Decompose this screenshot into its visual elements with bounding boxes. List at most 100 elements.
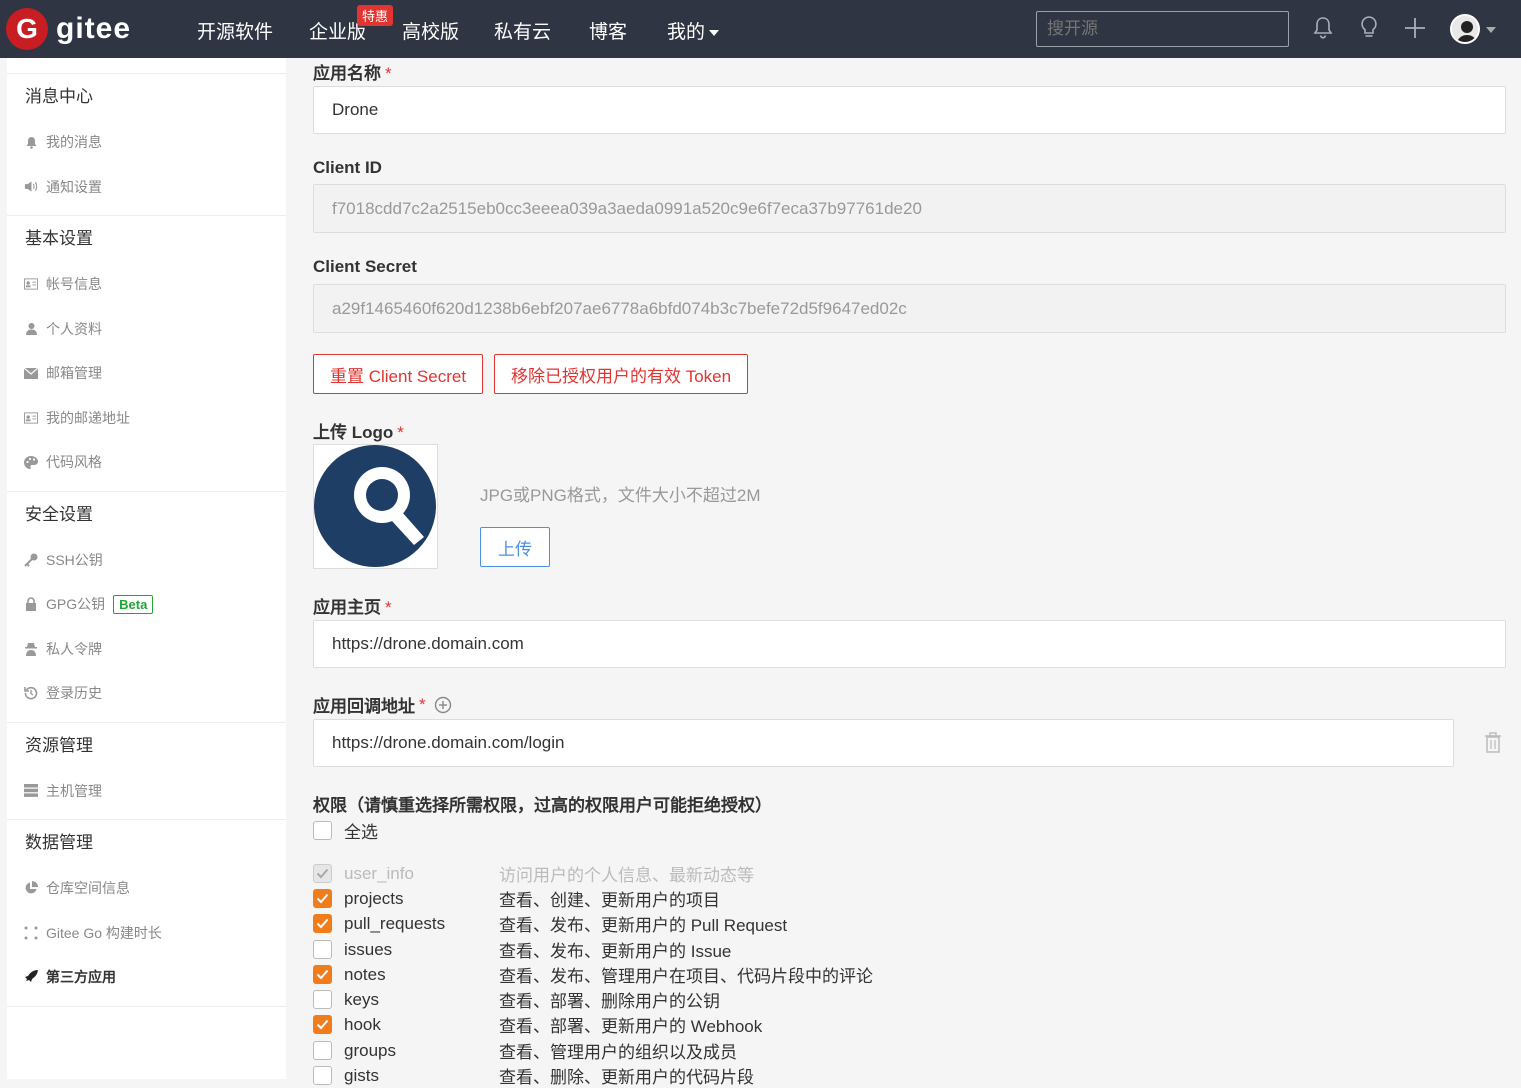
nav-education[interactable]: 高校版 — [402, 17, 459, 44]
permission-checkbox[interactable] — [313, 914, 332, 933]
permission-checkbox[interactable] — [313, 1066, 332, 1085]
permission-row[interactable]: notes 查看、发布、管理用户在项目、代码片段中的评论 — [313, 962, 873, 987]
add-callback-icon[interactable] — [434, 696, 452, 714]
app-name-input[interactable]: Drone — [313, 86, 1506, 134]
permission-description: 访问用户的个人信息、最新动态等 — [499, 866, 754, 885]
permission-row: user_info 访问用户的个人信息、最新动态等 — [313, 861, 754, 886]
permission-row[interactable]: groups 查看、管理用户的组织以及成员 — [313, 1038, 737, 1063]
permission-row[interactable]: hook 查看、部署、更新用户的 Webhook — [313, 1012, 762, 1037]
user-icon — [24, 322, 38, 336]
lightbulb-icon[interactable] — [1355, 14, 1383, 42]
permission-checkbox[interactable] — [313, 940, 332, 959]
plus-icon[interactable] — [1401, 14, 1429, 42]
sidebar-section-title: 安全设置 — [25, 504, 93, 524]
permission-checkbox[interactable] — [313, 990, 332, 1009]
permission-checkbox[interactable] — [313, 965, 332, 984]
logo-text: gitee — [56, 12, 132, 45]
sidebar-item[interactable]: 私人令牌 — [7, 627, 286, 672]
permission-checkbox — [313, 864, 332, 883]
sidebar-item[interactable]: 个人资料 — [7, 307, 286, 352]
notification-bell-icon[interactable] — [1309, 14, 1337, 42]
app-logo-preview — [313, 444, 438, 569]
permission-checkbox[interactable] — [313, 1041, 332, 1060]
sidebar-item[interactable]: 通知设置 — [7, 165, 286, 210]
sidebar-item[interactable]: GPG公钥 Beta — [7, 582, 286, 627]
sidebar-item-label: 第三方应用 — [46, 969, 116, 986]
sidebar-item[interactable]: 邮箱管理 — [7, 351, 286, 396]
top-navbar: G gitee 开源软件 企业版 特惠 高校版 私有云 博客 我的 — [0, 0, 1521, 58]
sidebar-item-label: GPG公钥 — [46, 596, 106, 613]
palette-icon — [24, 455, 38, 469]
pie-chart-icon — [24, 881, 38, 895]
sidebar-top-divider — [7, 58, 286, 74]
sidebar-item-label: 帐号信息 — [46, 276, 102, 293]
nav-mine-label: 我的 — [667, 22, 706, 43]
search-input[interactable] — [1036, 11, 1289, 47]
permission-name: issues — [344, 939, 393, 959]
sidebar-item[interactable]: 帐号信息 — [7, 262, 286, 307]
user-avatar[interactable] — [1450, 14, 1480, 44]
beta-badge: Beta — [113, 594, 154, 614]
sidebar-item[interactable]: 代码风格 — [7, 440, 286, 485]
gitee-logo[interactable]: G gitee — [6, 8, 131, 50]
permission-checkbox[interactable] — [313, 889, 332, 908]
permissions-label: 权限（请慎重选择所需权限，过高的权限用户可能拒绝授权） — [313, 796, 772, 815]
permission-row[interactable]: pull_requests 查看、发布、更新用户的 Pull Request — [313, 911, 787, 936]
callback-url-input[interactable]: https://drone.domain.com/login — [313, 719, 1454, 767]
callback-url-label: 应用回调地址 * — [313, 692, 452, 717]
permission-description: 查看、管理用户的组织以及成员 — [499, 1043, 737, 1062]
permission-name: pull_requests — [344, 913, 446, 933]
sidebar-item-label: 通知设置 — [46, 178, 102, 195]
permission-description: 查看、发布、更新用户的 Issue — [499, 942, 732, 961]
client-id-field: f7018cdd7c2a2515eb0cc3eeea039a3aeda0991a… — [313, 184, 1506, 233]
sidebar-item-label: 我的邮递地址 — [46, 409, 130, 426]
nav-blog[interactable]: 博客 — [589, 17, 627, 44]
permission-name: projects — [344, 888, 404, 908]
avatar-chevron-down-icon[interactable] — [1486, 27, 1496, 33]
sidebar-section-title: 资源管理 — [25, 735, 93, 755]
permission-description: 查看、发布、管理用户在项目、代码片段中的评论 — [499, 967, 873, 986]
nav-mine-dropdown[interactable]: 我的 — [667, 17, 720, 44]
sidebar-item[interactable]: 登录历史 — [7, 671, 286, 716]
permission-checkbox[interactable] — [313, 1015, 332, 1034]
select-all-checkbox[interactable]: 全选 — [313, 818, 378, 843]
key-icon — [24, 553, 38, 567]
revoke-tokens-button[interactable]: 移除已授权用户的有效 Token — [494, 354, 749, 394]
permission-name: hook — [344, 1014, 381, 1034]
permission-description: 查看、部署、更新用户的 Webhook — [499, 1017, 763, 1036]
nav-private-cloud[interactable]: 私有云 — [494, 17, 551, 44]
upload-logo-button[interactable]: 上传 — [480, 527, 550, 567]
sidebar-item[interactable]: 我的邮递地址 — [7, 396, 286, 441]
permission-description: 查看、发布、更新用户的 Pull Request — [499, 916, 788, 935]
nav-open-source[interactable]: 开源软件 — [197, 17, 273, 44]
server-icon — [24, 784, 38, 798]
trash-icon[interactable] — [1483, 732, 1503, 759]
sidebar-item-label: 主机管理 — [46, 782, 102, 799]
sidebar-item-label: Gitee Go 构建时长 — [46, 924, 162, 941]
mail-icon — [24, 366, 38, 380]
permission-description: 查看、创建、更新用户的项目 — [499, 891, 720, 910]
sidebar-item[interactable]: 我的消息 — [7, 120, 286, 165]
chevron-down-icon — [709, 29, 720, 36]
permission-row[interactable]: projects 查看、创建、更新用户的项目 — [313, 886, 720, 911]
sidebar-item[interactable]: 仓库空间信息 — [7, 866, 286, 911]
checkbox-box[interactable] — [313, 821, 332, 840]
sidebar-item[interactable]: Gitee Go 构建时长 — [7, 911, 286, 956]
settings-sidebar: 消息中心 我的消息 通知设置 基本设置 帐号信息 个人资料 邮箱管理 我的邮递地址 代码风格 安全… — [7, 58, 286, 1079]
upload-logo-label: 上传 Logo * — [313, 423, 404, 442]
permission-description: 查看、部署、删除用户的公钥 — [499, 992, 720, 1011]
bell-icon — [24, 135, 38, 149]
sidebar-item-label: 我的消息 — [46, 134, 102, 151]
permission-row[interactable]: issues 查看、发布、更新用户的 Issue — [313, 937, 731, 962]
sidebar-item[interactable]: 第三方应用 — [7, 955, 286, 1000]
sidebar-section: 资源管理主机管理 — [7, 723, 286, 820]
rocket-icon — [24, 970, 38, 984]
sidebar-item[interactable]: 主机管理 — [7, 769, 286, 814]
select-all-label: 全选 — [344, 823, 378, 842]
reset-client-secret-button[interactable]: 重置 Client Secret — [313, 354, 484, 394]
permission-row[interactable]: keys 查看、部署、删除用户的公钥 — [313, 987, 720, 1012]
permission-name: user_info — [344, 863, 414, 883]
sidebar-item[interactable]: SSH公钥 — [7, 538, 286, 583]
permission-row[interactable]: gists 查看、删除、更新用户的代码片段 — [313, 1063, 754, 1088]
homepage-input[interactable]: https://drone.domain.com — [313, 620, 1506, 668]
